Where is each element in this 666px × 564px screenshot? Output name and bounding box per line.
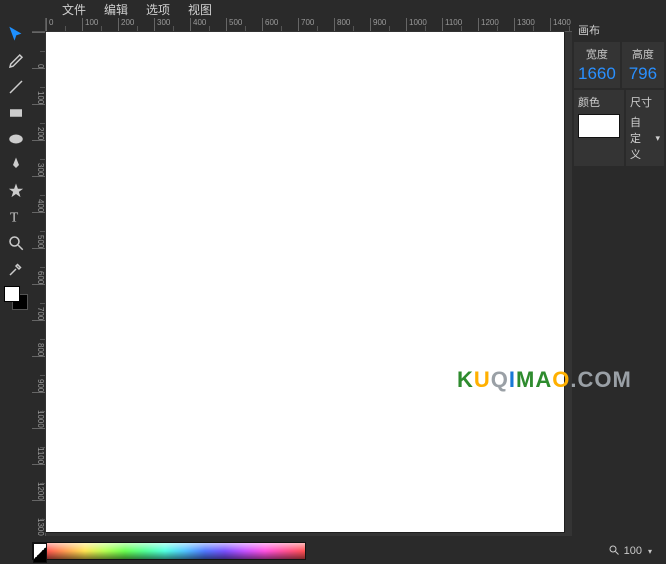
canvas-size-cell[interactable]: 尺寸 自定义	[626, 90, 664, 166]
canvas-width-box[interactable]: 宽度 1660	[574, 42, 620, 88]
canvas-height-label: 高度	[626, 46, 660, 62]
canvas-size-label: 尺寸	[630, 94, 660, 110]
menu-edit[interactable]: 编辑	[104, 1, 128, 18]
ruler-h-tick: 200	[118, 18, 154, 31]
ruler-h-tick: 900	[370, 18, 406, 31]
canvas-width-label: 宽度	[578, 46, 616, 62]
pointer-tool[interactable]	[2, 22, 30, 48]
color-swatch-pair[interactable]	[4, 286, 28, 310]
rect-tool[interactable]	[2, 100, 30, 126]
fg-color-swatch[interactable]	[4, 286, 20, 302]
ruler-corner	[32, 18, 46, 32]
toolbar: T	[0, 22, 32, 310]
canvas-width-value: 1660	[578, 64, 616, 84]
canvas-viewport[interactable]: KUQIMAO.COM	[46, 32, 572, 536]
star-tool[interactable]	[2, 178, 30, 204]
canvas-panel-title: 画布	[574, 20, 664, 40]
canvas-color-label: 颜色	[578, 94, 620, 110]
ruler-v-tick: 1300	[32, 500, 45, 536]
ruler-v-tick: 700	[32, 284, 45, 320]
ruler-v-tick: 500	[32, 212, 45, 248]
ruler-v-tick: 900	[32, 356, 45, 392]
pen-tool[interactable]	[2, 152, 30, 178]
ruler-h-tick: 400	[190, 18, 226, 31]
ruler-h-tick: 1300	[514, 18, 550, 31]
main-menu: 文件 编辑 选项 视图	[0, 0, 666, 18]
ruler-vertical: 0100200300400500600700800900100011001200…	[32, 32, 46, 536]
ruler-v-tick: 200	[32, 104, 45, 140]
ruler-h-tick: 700	[298, 18, 334, 31]
menu-file[interactable]: 文件	[62, 1, 86, 18]
ruler-v-tick: 300	[32, 140, 45, 176]
canvas-color-cell[interactable]: 颜色	[574, 90, 624, 166]
menu-options[interactable]: 选项	[146, 1, 170, 18]
ruler-v-tick: 1100	[32, 428, 45, 464]
right-panel: 画布 宽度 1660 高度 796 颜色 尺寸 自定义	[574, 18, 666, 166]
canvas[interactable]: KUQIMAO.COM	[46, 32, 564, 532]
ruler-v-tick: 800	[32, 320, 45, 356]
zoom-icon	[608, 544, 620, 559]
zoom-tool[interactable]	[2, 230, 30, 256]
pencil-tool[interactable]	[2, 48, 30, 74]
ruler-h-tick: 500	[226, 18, 262, 31]
canvas-size-select[interactable]: 自定义	[630, 114, 660, 162]
ruler-h-tick: 100	[82, 18, 118, 31]
ruler-v-tick: 400	[32, 176, 45, 212]
ruler-h-tick: 1100	[442, 18, 478, 31]
ellipse-tool[interactable]	[2, 126, 30, 152]
ruler-h-tick: 1400	[550, 18, 572, 31]
ruler-v-tick: 100	[32, 68, 45, 104]
ruler-v-tick: 600	[32, 248, 45, 284]
line-tool[interactable]	[2, 74, 30, 100]
text-tool[interactable]: T	[2, 204, 30, 230]
color-palette[interactable]	[44, 542, 306, 560]
svg-text:T: T	[10, 210, 19, 225]
canvas-height-box[interactable]: 高度 796	[622, 42, 664, 88]
eyedropper-tool[interactable]	[2, 256, 30, 282]
ruler-h-tick: 1200	[478, 18, 514, 31]
ruler-h-tick: 600	[262, 18, 298, 31]
ruler-v-tick: 1200	[32, 464, 45, 500]
ruler-h-tick: 1000	[406, 18, 442, 31]
ruler-h-tick: 300	[154, 18, 190, 31]
ruler-v-tick: 1000	[32, 392, 45, 428]
ruler-h-tick: 800	[334, 18, 370, 31]
workspace: 0100200300400500600700800900100011001200…	[32, 18, 572, 536]
watermark: KUQIMAO.COM	[457, 367, 632, 393]
bottom-bar: 100	[32, 538, 666, 564]
canvas-color-swatch[interactable]	[578, 114, 620, 138]
ruler-v-tick: 0	[32, 32, 45, 68]
canvas-height-value: 796	[626, 64, 660, 84]
ruler-h-tick: 0	[46, 18, 82, 31]
zoom-value: 100	[624, 545, 642, 557]
zoom-control[interactable]: 100	[608, 544, 652, 559]
menu-view[interactable]: 视图	[188, 1, 212, 18]
ruler-horizontal: 0100200300400500600700800900100011001200…	[46, 18, 572, 32]
